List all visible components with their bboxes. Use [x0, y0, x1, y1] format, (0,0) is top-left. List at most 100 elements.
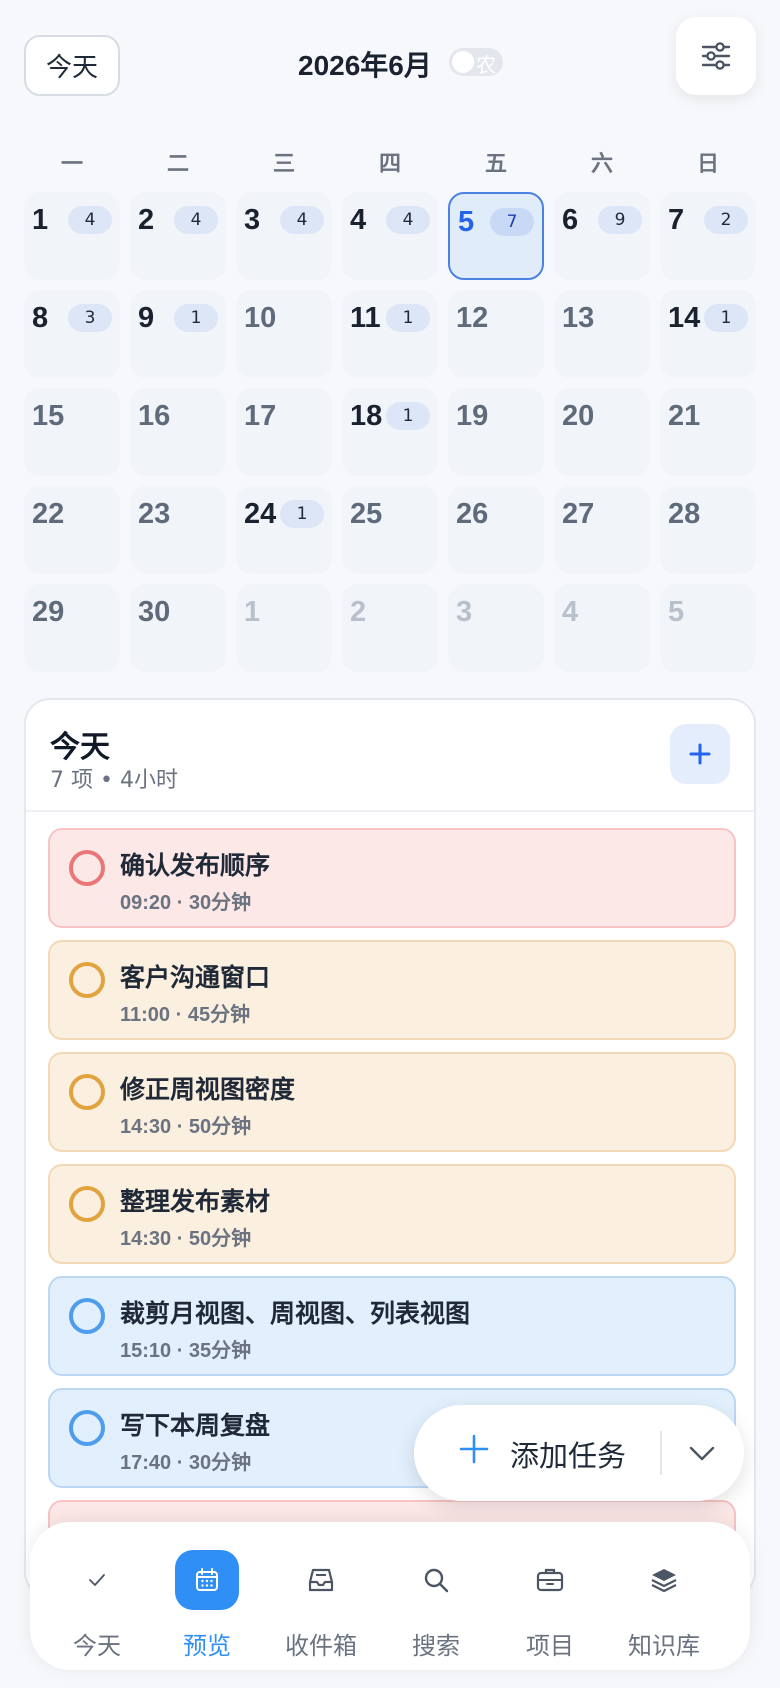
panel-title: 今天 [50, 730, 110, 765]
nav-label: 预览 [183, 1632, 231, 1660]
day-number: 4 [350, 204, 367, 236]
day-cell[interactable]: 15 [24, 388, 120, 476]
day-number: 22 [32, 498, 65, 530]
day-number: 12 [456, 302, 489, 334]
nav-item-briefcase[interactable]: 项目 [493, 1522, 607, 1670]
day-number: 7 [668, 204, 685, 236]
day-cell[interactable]: 28 [660, 486, 756, 574]
task-checkbox[interactable] [69, 850, 105, 886]
day-number: 2 [350, 596, 367, 628]
task-item[interactable]: 客户沟通窗口 11:00 · 45分钟 [48, 940, 736, 1040]
day-number: 13 [562, 302, 595, 334]
task-title: 写下本周复盘 [120, 1411, 271, 1440]
day-cell[interactable]: 13 [554, 290, 650, 378]
day-cell[interactable]: 91 [130, 290, 226, 378]
day-number: 1 [32, 204, 49, 236]
chevron-down-icon[interactable] [688, 1439, 716, 1467]
day-cell[interactable]: 23 [130, 486, 226, 574]
day-cell[interactable]: 25 [342, 486, 438, 574]
task-item[interactable]: 修正周视图密度 14:30 · 50分钟 [48, 1052, 736, 1152]
day-cell[interactable]: 16 [130, 388, 226, 476]
task-item[interactable]: 整理发布素材 14:30 · 50分钟 [48, 1164, 736, 1264]
task-count-badge: 4 [280, 206, 324, 234]
day-cell[interactable]: 22 [24, 486, 120, 574]
day-cell[interactable]: 12 [448, 290, 544, 378]
day-number: 15 [32, 400, 65, 432]
day-cell[interactable]: 4 [554, 584, 650, 672]
task-time: 09:20 · 30分钟 [120, 892, 252, 914]
task-time: 11:00 · 45分钟 [120, 1004, 251, 1026]
nav-item-layers[interactable]: 知识库 [607, 1522, 721, 1670]
task-checkbox[interactable] [69, 1298, 105, 1334]
weekday-label: 二 [166, 152, 189, 177]
day-cell[interactable]: 24 [130, 192, 226, 280]
day-cell[interactable]: 3 [448, 584, 544, 672]
task-time: 17:40 · 30分钟 [120, 1452, 252, 1474]
task-title: 客户沟通窗口 [120, 963, 271, 992]
day-cell[interactable]: 27 [554, 486, 650, 574]
day-cell[interactable]: 26 [448, 486, 544, 574]
day-number: 25 [350, 498, 383, 530]
day-cell[interactable]: 24 1 [236, 486, 332, 574]
day-number: 30 [138, 596, 171, 628]
nav-item-check[interactable]: 今天 [40, 1522, 154, 1670]
task-time: 14:30 · 50分钟 [120, 1228, 252, 1250]
day-number: 4 [562, 596, 579, 628]
task-title: 修正周视图密度 [120, 1075, 296, 1104]
day-cell[interactable]: 14 1 [660, 290, 756, 378]
day-cell[interactable]: 44 [342, 192, 438, 280]
task-checkbox[interactable] [69, 1186, 105, 1222]
day-cell[interactable]: 10 [236, 290, 332, 378]
day-cell[interactable]: 83 [24, 290, 120, 378]
day-cell[interactable]: 5 [660, 584, 756, 672]
day-cell[interactable]: 17 [236, 388, 332, 476]
day-cell[interactable]: 34 [236, 192, 332, 280]
day-cell[interactable]: 69 [554, 192, 650, 280]
settings-button[interactable] [676, 17, 756, 95]
day-number: 9 [138, 302, 155, 334]
task-checkbox[interactable] [69, 1074, 105, 1110]
day-cell[interactable]: 18 1 [342, 388, 438, 476]
day-number: 24 [244, 498, 277, 530]
day-cell[interactable]: 1 [236, 584, 332, 672]
day-number: 23 [138, 498, 171, 530]
sliders-icon [701, 42, 731, 70]
task-checkbox[interactable] [69, 1410, 105, 1446]
nav-item-calendar[interactable]: 预览 [150, 1522, 264, 1670]
task-count-badge: 4 [68, 206, 112, 234]
task-item[interactable]: 裁剪月视图、周视图、列表视图 15:10 · 35分钟 [48, 1276, 736, 1376]
task-count-badge: 1 [386, 402, 430, 430]
day-cell[interactable]: 11 1 [342, 290, 438, 378]
task-count-badge: 7 [490, 208, 534, 236]
day-cell[interactable]: 21 [660, 388, 756, 476]
nav-item-search[interactable]: 搜索 [379, 1522, 493, 1670]
bottom-nav: 今天 预览 收件箱 搜索 项目 知识库 [30, 1522, 750, 1670]
task-checkbox[interactable] [69, 962, 105, 998]
task-item[interactable]: 确认发布顺序 09:20 · 30分钟 [48, 828, 736, 928]
panel-add-button[interactable] [670, 724, 730, 784]
add-task-fab[interactable]: 添加任务 [414, 1405, 744, 1501]
nav-item-inbox[interactable]: 收件箱 [264, 1522, 378, 1670]
day-cell[interactable]: 72 [660, 192, 756, 280]
day-number: 6 [562, 204, 579, 236]
month-title[interactable]: 2026年6月 [298, 44, 432, 84]
day-cell[interactable]: 30 [130, 584, 226, 672]
nav-label: 收件箱 [285, 1632, 357, 1660]
task-count-badge: 1 [280, 500, 324, 528]
inbox-icon [289, 1550, 353, 1610]
weekday-label: 六 [590, 152, 613, 177]
day-cell[interactable]: 29 [24, 584, 120, 672]
lunar-toggle-label: 农 [476, 53, 496, 77]
task-count-badge: 1 [386, 304, 430, 332]
task-time: 15:10 · 35分钟 [120, 1340, 252, 1362]
lunar-toggle[interactable]: 农 [449, 48, 503, 77]
day-cell[interactable]: 2 [342, 584, 438, 672]
day-cell[interactable]: 14 [24, 192, 120, 280]
briefcase-icon [518, 1550, 582, 1610]
day-cell[interactable]: 20 [554, 388, 650, 476]
weekday-label: 四 [378, 152, 401, 177]
day-cell-selected[interactable]: 57 [448, 192, 544, 280]
task-count-badge: 4 [174, 206, 218, 234]
day-cell[interactable]: 19 [448, 388, 544, 476]
today-button[interactable]: 今天 [24, 35, 120, 96]
